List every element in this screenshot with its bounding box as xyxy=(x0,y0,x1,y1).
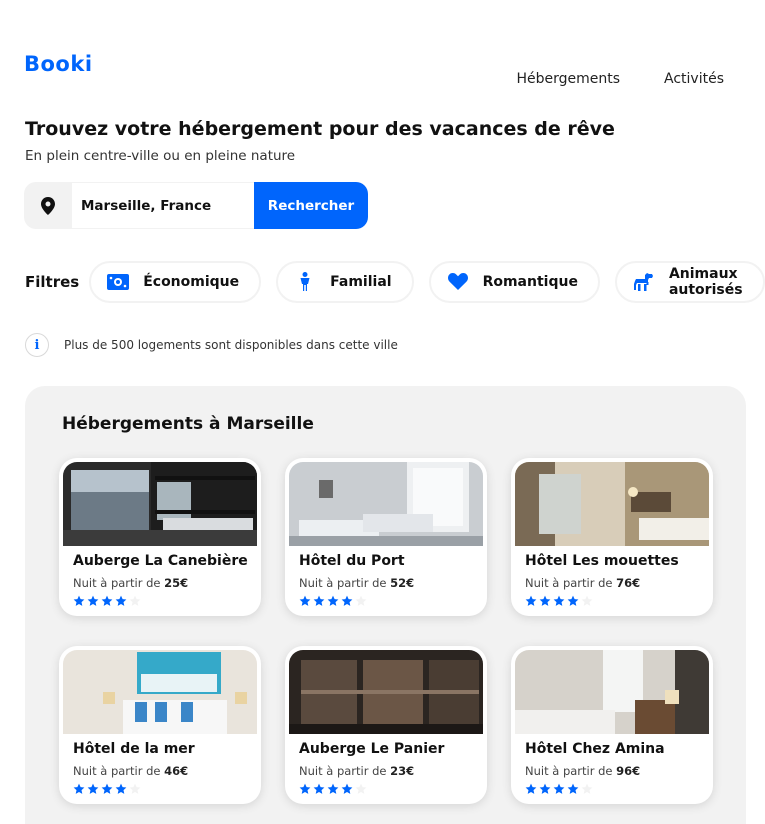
listing-card[interactable]: Hôtel Les mouettes Nuit à partir de 76€ xyxy=(511,458,713,616)
listing-card[interactable]: Hôtel Chez Amina Nuit à partir de 96€ xyxy=(511,646,713,804)
listing-price: Nuit à partir de 52€ xyxy=(299,576,415,590)
listings-panel: Hébergements à Marseille Auberge La Cane… xyxy=(25,386,746,824)
filter-chip-label: Familial xyxy=(330,273,392,290)
heart-icon xyxy=(447,273,469,291)
star-filled-icon xyxy=(525,780,537,799)
star-empty-icon xyxy=(581,780,593,799)
listing-price: Nuit à partir de 25€ xyxy=(73,576,189,590)
star-filled-icon xyxy=(299,592,311,611)
listing-photo xyxy=(515,650,709,734)
star-filled-icon xyxy=(567,592,579,611)
star-filled-icon xyxy=(327,592,339,611)
listing-price: Nuit à partir de 76€ xyxy=(525,576,641,590)
star-filled-icon xyxy=(313,592,325,611)
filters-bar: Filtres Économique Familial Romantique A… xyxy=(25,260,765,303)
star-empty-icon xyxy=(355,592,367,611)
star-filled-icon xyxy=(525,592,537,611)
listing-photo xyxy=(289,650,483,734)
listing-price: Nuit à partir de 23€ xyxy=(299,764,415,778)
star-empty-icon xyxy=(581,592,593,611)
rating-stars xyxy=(525,592,593,611)
star-filled-icon xyxy=(553,592,565,611)
page-title: Trouvez votre hébergement pour des vacan… xyxy=(25,118,615,140)
listing-name: Auberge La Canebière xyxy=(73,553,248,569)
star-filled-icon xyxy=(73,592,85,611)
filter-chip-romantique[interactable]: Romantique xyxy=(428,260,600,303)
listing-card[interactable]: Hôtel du Port Nuit à partir de 52€ xyxy=(285,458,487,616)
filters-label: Filtres xyxy=(25,272,80,291)
location-pin-icon xyxy=(24,182,72,229)
filter-chip-familial[interactable]: Familial xyxy=(276,260,414,303)
logo[interactable]: Booki xyxy=(24,52,93,76)
star-filled-icon xyxy=(327,780,339,799)
star-filled-icon xyxy=(341,592,353,611)
search-bar: Marseille, France Rechercher xyxy=(24,182,368,229)
star-filled-icon xyxy=(539,592,551,611)
star-filled-icon xyxy=(115,592,127,611)
nav-link-activites[interactable]: Activités xyxy=(664,71,724,87)
rating-stars xyxy=(525,780,593,799)
nav-link-hebergements[interactable]: Hébergements xyxy=(516,71,620,87)
listing-card[interactable]: Hôtel de la mer Nuit à partir de 46€ xyxy=(59,646,261,804)
star-empty-icon xyxy=(129,780,141,799)
search-input[interactable]: Marseille, France xyxy=(72,182,254,229)
rating-stars xyxy=(73,592,141,611)
listing-name: Hôtel Chez Amina xyxy=(525,741,665,757)
filter-chip-label: Économique xyxy=(143,273,240,290)
star-filled-icon xyxy=(87,592,99,611)
filter-chip-label: Animaux autorisés xyxy=(668,265,743,298)
search-button[interactable]: Rechercher xyxy=(254,182,368,229)
person-icon xyxy=(294,272,316,291)
dog-icon xyxy=(633,273,655,291)
listing-name: Hôtel de la mer xyxy=(73,741,195,757)
star-empty-icon xyxy=(355,780,367,799)
money-icon xyxy=(107,273,130,291)
info-icon: i xyxy=(25,333,49,357)
listing-photo xyxy=(63,462,257,546)
listing-name: Auberge Le Panier xyxy=(299,741,445,757)
page-subtitle: En plein centre-ville ou en pleine natur… xyxy=(25,148,296,164)
star-filled-icon xyxy=(313,780,325,799)
listing-price: Nuit à partir de 46€ xyxy=(73,764,189,778)
listing-photo xyxy=(63,650,257,734)
filter-chip-economique[interactable]: Économique xyxy=(89,260,262,303)
listing-name: Hôtel du Port xyxy=(299,553,405,569)
star-filled-icon xyxy=(539,780,551,799)
rating-stars xyxy=(299,780,367,799)
filter-chip-label: Romantique xyxy=(482,273,578,290)
listing-price: Nuit à partir de 96€ xyxy=(525,764,641,778)
filter-chip-animaux[interactable]: Animaux autorisés xyxy=(614,260,765,303)
listing-card[interactable]: Auberge Le Panier Nuit à partir de 23€ xyxy=(285,646,487,804)
listings-title: Hébergements à Marseille xyxy=(62,414,314,434)
star-filled-icon xyxy=(567,780,579,799)
star-filled-icon xyxy=(101,780,113,799)
rating-stars xyxy=(73,780,141,799)
star-filled-icon xyxy=(73,780,85,799)
star-empty-icon xyxy=(129,592,141,611)
listing-photo xyxy=(515,462,709,546)
listing-photo xyxy=(289,462,483,546)
star-filled-icon xyxy=(101,592,113,611)
star-filled-icon xyxy=(115,780,127,799)
rating-stars xyxy=(299,592,367,611)
star-filled-icon xyxy=(87,780,99,799)
info-text: Plus de 500 logements sont disponibles d… xyxy=(64,338,398,352)
star-filled-icon xyxy=(341,780,353,799)
main-nav: Hébergements Activités xyxy=(516,71,724,87)
info-banner: i Plus de 500 logements sont disponibles… xyxy=(25,333,398,357)
listing-name: Hôtel Les mouettes xyxy=(525,553,679,569)
listing-card[interactable]: Auberge La Canebière Nuit à partir de 25… xyxy=(59,458,261,616)
star-filled-icon xyxy=(299,780,311,799)
star-filled-icon xyxy=(553,780,565,799)
